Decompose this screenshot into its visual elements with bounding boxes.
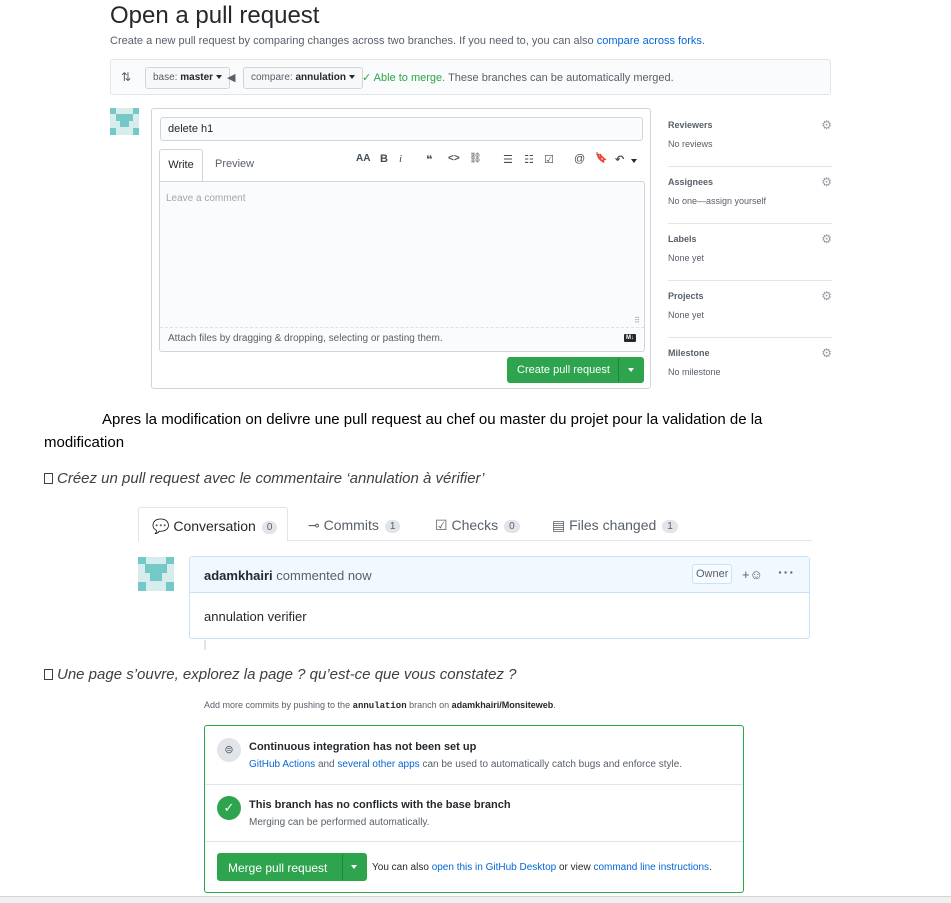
merge-pull-request-button[interactable]: Merge pull request	[217, 853, 367, 881]
sidebar-assignees[interactable]: Assignees No one—assign yourself ⚙	[668, 167, 832, 224]
sidebar-projects[interactable]: Projects None yet ⚙	[668, 281, 832, 338]
open-desktop-link[interactable]: open this in GitHub Desktop	[432, 862, 557, 873]
heading-icon[interactable]: AA	[356, 153, 370, 164]
reply-icon[interactable]: ↶	[615, 153, 624, 166]
tab-files-changed[interactable]: ▤ Files changed 1	[552, 507, 678, 541]
timeline-connector	[204, 640, 206, 650]
merge-options-dropdown[interactable]	[342, 854, 366, 880]
page-subtitle: Create a new pull request by comparing c…	[110, 35, 705, 47]
code-icon[interactable]: <>	[448, 153, 460, 164]
mention-icon[interactable]: @	[574, 153, 585, 165]
avatar[interactable]	[138, 557, 174, 591]
comment-textarea[interactable]: Leave a comment ⠿ Attach files by draggi…	[159, 181, 645, 352]
bullet-item: Une page s’ouvre, explorez la page ? qu’…	[44, 666, 516, 683]
bold-icon[interactable]: B	[380, 153, 388, 165]
attach-files-bar[interactable]: Attach files by dragging & dropping, sel…	[160, 327, 644, 351]
tab-preview[interactable]: Preview	[215, 158, 254, 170]
bullet-item: Créez un pull request avec le commentair…	[44, 470, 484, 487]
chevron-down-icon[interactable]	[631, 159, 637, 163]
compare-forks-link[interactable]: compare across forks	[597, 35, 702, 47]
merge-alternatives: You can also open this in GitHub Desktop…	[372, 862, 712, 873]
sidebar-labels[interactable]: Labels None yet ⚙	[668, 224, 832, 281]
bullet-box-icon	[44, 669, 53, 680]
gear-icon[interactable]: ⚙	[821, 118, 832, 132]
add-reaction-icon[interactable]: +☺	[742, 567, 763, 582]
gear-icon[interactable]: ⚙	[821, 289, 832, 303]
conflict-row: ✓ This branch has no conflicts with the …	[205, 785, 743, 842]
checks-icon: ☑	[435, 517, 448, 533]
tab-write[interactable]: Write	[159, 149, 203, 181]
numbered-list-icon[interactable]: ☷	[524, 153, 534, 166]
chevron-down-icon	[351, 865, 357, 869]
resize-grip-icon[interactable]: ⠿	[634, 316, 640, 325]
arrow-left-icon: ◀	[227, 72, 236, 84]
push-hint: Add more commits by pushing to the annul…	[204, 700, 556, 711]
chevron-down-icon	[628, 368, 634, 372]
command-line-link[interactable]: command line instructions	[593, 862, 709, 873]
pr-title-input[interactable]	[160, 117, 643, 141]
comment-header: adamkhairi commented now Owner +☺ ···	[190, 557, 809, 593]
sidebar-milestone[interactable]: Milestone No milestone ⚙	[668, 338, 832, 395]
italic-icon[interactable]: i	[399, 153, 402, 165]
create-options-dropdown[interactable]	[618, 358, 643, 382]
ci-row: ⊜ Continuous integration has not been se…	[205, 726, 743, 785]
other-apps-link[interactable]: several other apps	[337, 759, 419, 770]
chevron-down-icon	[216, 75, 223, 80]
saved-reply-icon[interactable]: 🔖	[595, 153, 607, 164]
check-icon: ✓	[217, 796, 241, 820]
bullet-list-icon[interactable]: ☰	[503, 153, 513, 166]
ci-icon: ⊜	[217, 738, 241, 762]
more-options-icon[interactable]: ···	[778, 564, 795, 580]
window-bottom-edge	[0, 896, 951, 903]
commit-icon: ⊸	[308, 517, 320, 533]
file-diff-icon: ▤	[552, 517, 566, 533]
gear-icon[interactable]: ⚙	[821, 346, 832, 360]
pr-tabs: 💬 Conversation 0 ⊸ Commits 1 ☑ Checks 0 ▤ F…	[138, 507, 812, 542]
comment-card: adamkhairi commented now Owner +☺ ··· an…	[189, 556, 810, 639]
merge-box: ⊜ Continuous integration has not been se…	[204, 725, 744, 893]
branch-range-editor: ⇅ base: master ◀ compare: annulation ✓ A…	[110, 59, 831, 95]
tab-commits[interactable]: ⊸ Commits 1	[308, 507, 401, 541]
link-icon[interactable]: ⛓	[469, 153, 482, 164]
paragraph-line: Apres la modification on delivre une pul…	[102, 411, 763, 428]
markdown-icon: M↓	[624, 334, 636, 342]
comment-timestamp[interactable]: commented now	[276, 568, 371, 583]
git-compare-icon: ⇅	[121, 70, 132, 84]
comment-author[interactable]: adamkhairi	[204, 568, 273, 583]
repo-name: adamkhairi/Monsiteweb	[451, 700, 554, 710]
comment-body: annulation verifier	[204, 609, 307, 624]
github-actions-link[interactable]: GitHub Actions	[249, 759, 315, 770]
create-pull-request-button[interactable]: Create pull request	[507, 357, 644, 383]
page-title: Open a pull request	[110, 2, 320, 29]
tab-checks[interactable]: ☑ Checks 0	[435, 507, 520, 541]
base-branch-select[interactable]: base: master	[145, 67, 231, 89]
conversation-icon: 💬	[152, 518, 170, 534]
owner-badge: Owner	[692, 564, 733, 584]
chevron-down-icon	[349, 75, 356, 80]
tab-conversation[interactable]: 💬 Conversation 0	[138, 507, 289, 542]
paragraph-line: modification	[44, 434, 125, 451]
task-list-icon[interactable]: ☑	[544, 153, 554, 166]
gear-icon[interactable]: ⚙	[821, 175, 832, 189]
compare-branch-select[interactable]: compare: annulation	[243, 67, 364, 89]
avatar	[110, 108, 139, 135]
merge-status: ✓ Able to merge. These branches can be a…	[362, 72, 674, 84]
quote-icon[interactable]: ❝	[426, 153, 432, 166]
bullet-box-icon	[44, 473, 53, 484]
sidebar-reviewers[interactable]: Reviewers No reviews ⚙	[668, 110, 832, 167]
pr-compose-form: Write Preview AA B i ❝ <> ⛓ ☰ ☷ ☑ @ 🔖 ↶ …	[151, 108, 651, 389]
branch-name: annulation	[352, 701, 407, 711]
gear-icon[interactable]: ⚙	[821, 232, 832, 246]
